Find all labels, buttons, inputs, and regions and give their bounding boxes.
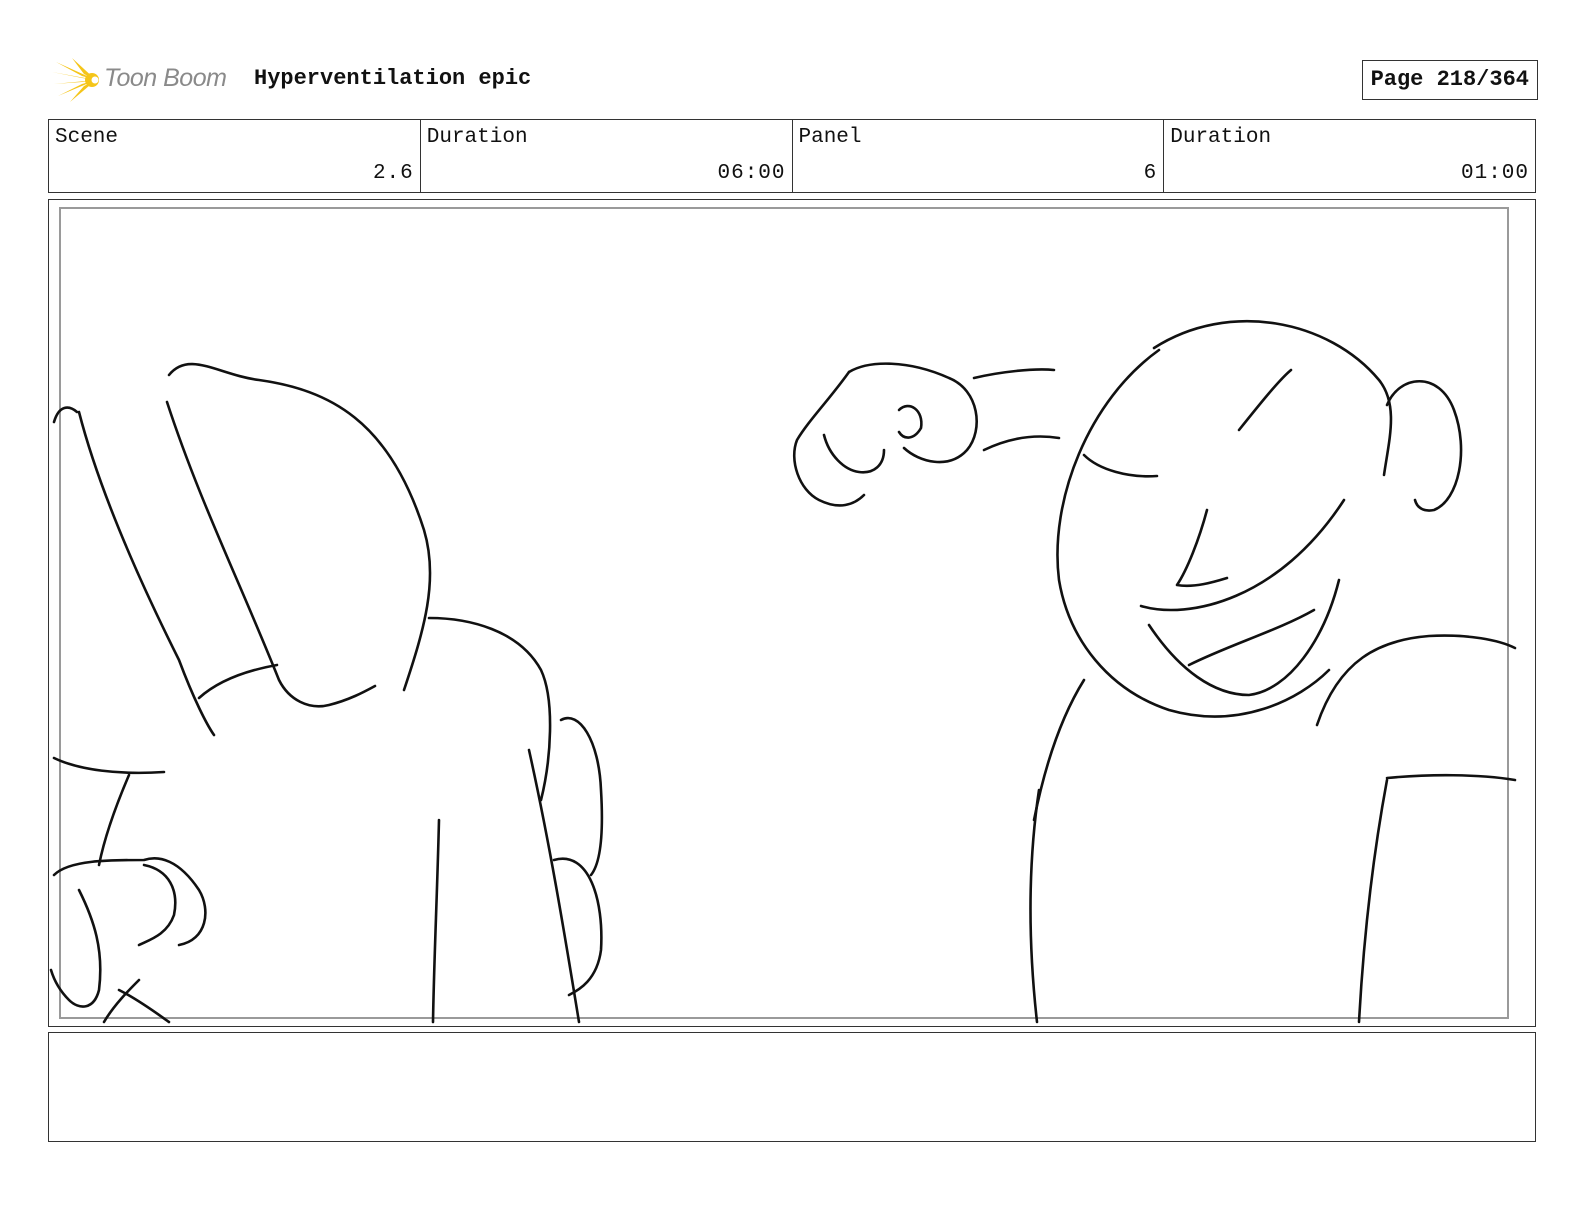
scene-value: 2.6 (372, 162, 414, 185)
left-character-back (527, 748, 581, 1024)
scene-duration-value: 06:00 (717, 162, 786, 185)
right-character-mouth-lower (1147, 578, 1341, 697)
right-character-head (1152, 320, 1393, 477)
left-character-collar (197, 663, 279, 700)
panel-cell: Panel 6 (793, 120, 1165, 192)
right-character-neck (1032, 678, 1086, 822)
scene-duration-label: Duration (426, 126, 528, 149)
project-title: Hyperventilation epic (254, 66, 532, 91)
panel-label: Panel (798, 126, 862, 149)
panel-sketch (49, 320, 1517, 1024)
caption-box (48, 1032, 1536, 1142)
right-character-eye (1082, 453, 1159, 478)
right-character-hair-bun (1385, 380, 1463, 512)
scene-label: Scene (55, 126, 119, 149)
right-character-forearm-bottom (982, 435, 1061, 452)
right-character-fist-thumb (897, 404, 923, 439)
page-number: Page 218/364 (1361, 60, 1538, 100)
foreground-fist (52, 857, 207, 947)
scene-info-table: Scene 2.6 Duration 06:00 Panel 6 Duratio… (48, 119, 1536, 193)
foreground-arm-line (97, 773, 131, 867)
left-character-head-back (77, 410, 216, 737)
foreground-arm-top (52, 756, 166, 775)
toon-boom-logo: Toon Boom (52, 56, 242, 104)
sunburst-icon (52, 58, 99, 102)
right-character-teeth (1187, 608, 1316, 667)
panel-value: 6 (1143, 162, 1158, 185)
left-character-hood (167, 362, 432, 692)
right-character-forearm-top (972, 368, 1056, 380)
left-character-hand-lower (552, 857, 603, 997)
right-character-torso (1029, 788, 1041, 1024)
right-character-arm-line (1357, 778, 1389, 1024)
right-character-shoulder (1315, 634, 1517, 727)
page-header: Toon Boom Hyperventilation epic Page 218… (52, 56, 1538, 104)
right-character-arm (1385, 773, 1517, 782)
left-character-hair-tip (52, 406, 79, 424)
right-character-nose (1175, 508, 1229, 588)
logo-text: Toon Boom (104, 64, 227, 92)
panel-duration-cell: Duration 01:00 (1164, 120, 1535, 192)
right-character-fist-fingers (792, 370, 866, 507)
panel-duration-label: Duration (1170, 126, 1272, 149)
right-character-brow (1237, 368, 1293, 432)
scene-cell: Scene 2.6 (49, 120, 421, 192)
right-character-fist-knuckles (822, 433, 886, 474)
right-character-mouth (1139, 498, 1346, 612)
panel-duration-value: 01:00 (1460, 162, 1529, 185)
left-character-face-edge (165, 400, 377, 708)
right-character-fist (847, 362, 978, 464)
foreground-fist-knuckle (137, 863, 177, 947)
left-character-arm (431, 818, 441, 1024)
scene-duration-cell: Duration 06:00 (421, 120, 793, 192)
left-character-hand-upper (559, 716, 604, 877)
foreground-fist-thumb (49, 888, 102, 1008)
foreground-wrist (102, 978, 171, 1024)
storyboard-panel (48, 199, 1536, 1027)
left-character-shoulder (427, 616, 552, 802)
